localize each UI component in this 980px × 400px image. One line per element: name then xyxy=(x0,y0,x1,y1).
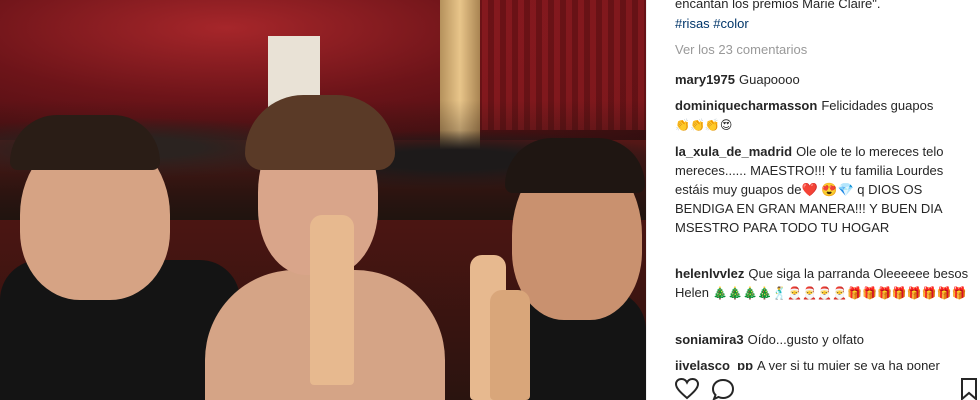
caption-hashtags[interactable]: #risas #color xyxy=(675,14,975,34)
comment-emoji: 🎄🎄🎄🎄🕺🎅🎅🎅🎅🎁🎁🎁🎁🎁🎁🎁🎁 xyxy=(712,286,967,300)
comment-username[interactable]: dominiquecharmasson xyxy=(675,98,817,113)
caption-text: encantan los premios Marie Claire". xyxy=(675,0,881,11)
comment-item: la_xula_de_madrid Ole ole te lo mereces t… xyxy=(675,142,975,237)
bookmark-icon[interactable] xyxy=(957,378,980,400)
view-all-comments-link[interactable]: Ver los 23 comentarios xyxy=(675,42,807,57)
comment-username[interactable]: jjvelasco_pp xyxy=(675,358,753,370)
comment-username[interactable]: la_xula_de_madrid xyxy=(675,144,792,159)
comment-text: Felicidades guapos xyxy=(821,98,934,113)
photo-man-left-hair xyxy=(10,115,160,170)
comment-text: A ver si tu mujer se va ha poner xyxy=(757,358,940,370)
comment-item: jjvelasco_pp A ver si tu mujer se va ha p… xyxy=(675,356,975,370)
heart-icon[interactable] xyxy=(674,377,700,400)
photo-man-right-hair xyxy=(505,138,645,193)
comment-text: Oído...gusto y olfato xyxy=(747,332,865,347)
post-caption: encantan los premios Marie Claire". #ris… xyxy=(675,0,975,34)
comment-icon[interactable] xyxy=(711,378,735,400)
photo-statuette-center xyxy=(310,215,354,385)
comment-item: helenlvvlez Que siga la parranda Oleeeeee… xyxy=(675,264,975,303)
post-actions xyxy=(674,377,980,400)
comment-username[interactable]: soniamira3 xyxy=(675,332,744,347)
comment-item: soniamira3 Oído...gusto y olfato xyxy=(675,330,975,349)
post-photo[interactable] xyxy=(0,0,646,400)
comment-emoji: 👏👏👏😍 xyxy=(675,118,733,132)
comment-item: mary1975 Guapoooo xyxy=(675,70,975,89)
photo-statuette-right-2 xyxy=(490,290,530,400)
comments-panel: encantan los premios Marie Claire". #ris… xyxy=(646,0,980,400)
comment-username[interactable]: mary1975 xyxy=(675,72,735,87)
comment-item: dominiquecharmasson Felicidades guapos 👏👏… xyxy=(675,96,975,135)
comment-username[interactable]: helenlvvlez xyxy=(675,266,744,281)
comment-text: Guapoooo xyxy=(739,72,800,87)
